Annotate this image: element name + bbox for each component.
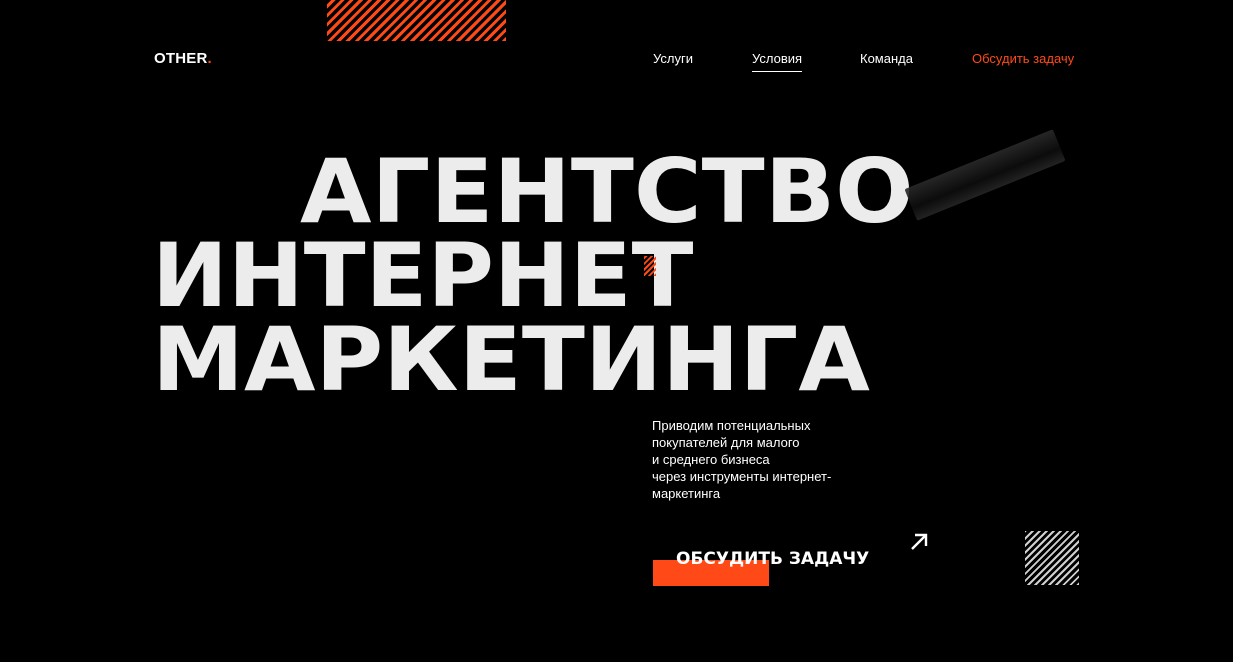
tape-decoration bbox=[904, 129, 1066, 221]
accent-stripe-mark bbox=[644, 256, 656, 276]
description-line: и среднего бизнеса bbox=[652, 452, 770, 467]
discuss-task-button[interactable]: ОБСУДИТЬ ЗАДАЧУ bbox=[653, 530, 933, 590]
arrow-up-right-icon bbox=[911, 533, 928, 550]
nav-discuss-task-link[interactable]: Обсудить задачу bbox=[972, 51, 1074, 66]
logo-dot: . bbox=[207, 50, 212, 67]
logo-text: OTHER bbox=[154, 50, 208, 67]
nav-item-conditions[interactable]: Условия bbox=[752, 51, 803, 72]
cta-label: ОБСУДИТЬ ЗАДАЧУ bbox=[676, 549, 870, 569]
headline-line-1: АГЕНТСТВО bbox=[300, 140, 914, 243]
decorative-stripe-square bbox=[1025, 531, 1079, 585]
description-line: через инструменты интернет- bbox=[652, 469, 832, 484]
hero-description: Приводим потенциальных покупателей для м… bbox=[652, 417, 882, 502]
headline-line-2: ИНТЕРНЕТ bbox=[152, 224, 694, 327]
description-line: маркетинга bbox=[652, 486, 721, 501]
nav-item-services[interactable]: Услуги bbox=[653, 51, 693, 66]
headline-line-3: МАРКЕТИНГА bbox=[152, 308, 870, 411]
decorative-stripe-top bbox=[327, 0, 506, 41]
nav-item-team[interactable]: Команда bbox=[860, 51, 913, 66]
description-line: покупателей для малого bbox=[652, 435, 800, 450]
logo[interactable]: OTHER. bbox=[154, 50, 212, 67]
description-line: Приводим потенциальных bbox=[652, 418, 811, 433]
